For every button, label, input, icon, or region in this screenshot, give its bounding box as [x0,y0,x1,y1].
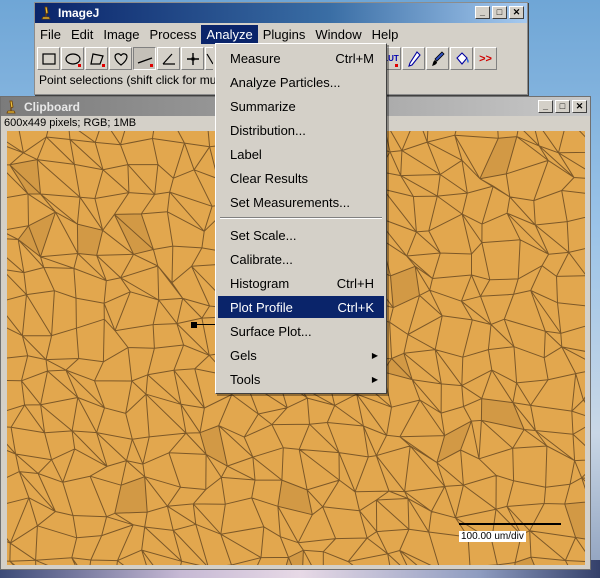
menu-item-label: Surface Plot... [230,323,312,339]
menu-edit[interactable]: Edit [66,25,98,44]
tool-point[interactable] [181,47,204,70]
close-button[interactable]: ✕ [509,6,524,19]
pencil-icon [407,50,421,67]
microscope-icon [39,6,53,20]
submenu-indicator-icon [150,64,153,67]
paintbrush-icon [431,50,445,66]
tool-angle[interactable] [157,47,180,70]
main-window-title: ImageJ [58,6,100,20]
menu-item-histogram[interactable]: Histogram Ctrl+H [218,272,384,294]
menu-item-set-measurements[interactable]: Set Measurements... [218,191,384,213]
menu-item-set-scale[interactable]: Set Scale... [218,224,384,246]
tool-brush[interactable] [426,47,449,70]
more-tools-label: >> [479,52,492,65]
minimize-button[interactable]: _ [538,100,553,113]
tool-wand[interactable] [205,47,213,70]
submenu-indicator-icon [102,64,105,67]
menu-file[interactable]: File [35,25,66,44]
menu-item-label[interactable]: Label [218,143,384,165]
submenu-indicator-icon [78,64,81,67]
oval-icon [64,52,81,65]
menu-item-clear-results[interactable]: Clear Results [218,167,384,189]
menu-plugins[interactable]: Plugins [258,25,311,44]
menu-item-label: Distribution... [230,122,306,138]
tool-line[interactable] [133,47,156,70]
menu-item-plot-profile[interactable]: Plot Profile Ctrl+K [218,296,384,318]
scale-bar-label: 100.00 um/div [459,531,526,542]
menu-item-shortcut: Ctrl+H [336,275,374,291]
submenu-arrow-icon: ▶ [371,350,378,360]
submenu-indicator-icon [395,64,398,67]
tool-pencil[interactable] [402,47,425,70]
menu-item-summarize[interactable]: Summarize [218,95,384,117]
freehand-heart-icon [114,52,127,66]
maximize-button[interactable]: □ [492,6,507,19]
menu-item-calibrate[interactable]: Calibrate... [218,248,384,270]
menu-item-label: Analyze Particles... [230,74,341,90]
menu-item-shortcut: Ctrl+K [337,299,374,315]
menu-item-shortcut: Ctrl+M [335,50,374,66]
menu-analyze[interactable]: Analyze [201,25,258,44]
main-titlebar[interactable]: ImageJ _ □ ✕ [35,3,527,23]
paint-bucket-icon [455,51,469,65]
tool-flood-fill[interactable] [450,47,473,70]
menu-item-label: Measure [230,50,281,66]
menu-item-gels[interactable]: Gels ▶ [218,344,384,366]
menu-item-distribution[interactable]: Distribution... [218,119,384,141]
tool-polygon[interactable] [85,47,108,70]
menu-item-label-text: Label [230,146,262,162]
menu-item-tools[interactable]: Tools ▶ [218,368,384,390]
clipboard-window-title: Clipboard [24,99,80,114]
menu-item-label: Set Scale... [230,227,297,243]
minimize-button[interactable]: _ [475,6,490,19]
menubar: File Edit Image Process Analyze Plugins … [35,24,527,45]
maximize-button[interactable]: □ [555,100,570,113]
angle-icon [162,53,175,65]
more-tools-button[interactable]: >> [474,47,497,70]
tool-freehand[interactable] [109,47,132,70]
tool-oval[interactable] [61,47,84,70]
menu-item-label: Tools [230,371,261,387]
menu-item-label: Summarize [230,98,296,114]
menu-item-label: Plot Profile [230,299,293,315]
menu-window[interactable]: Window [310,25,366,44]
status-text: Point selections (shift click for mu [39,73,217,87]
menu-item-label: Clear Results [230,170,309,186]
line-selection-handle[interactable] [191,322,197,328]
menu-image[interactable]: Image [98,25,144,44]
scale-bar [459,523,561,525]
analyze-dropdown-menu: Measure Ctrl+M Analyze Particles... Summ… [215,43,387,394]
menu-item-label: Set Measurements... [230,194,350,210]
menu-item-label: Calibrate... [230,251,293,267]
menu-item-surface-plot[interactable]: Surface Plot... [218,320,384,342]
submenu-arrow-icon: ▶ [371,374,378,384]
close-button[interactable]: ✕ [572,100,587,113]
rectangle-icon [41,52,56,65]
menu-process[interactable]: Process [145,25,202,44]
menu-help[interactable]: Help [367,25,404,44]
tool-rectangle[interactable] [37,47,60,70]
menu-item-measure[interactable]: Measure Ctrl+M [218,47,384,69]
menu-item-label: Gels [230,347,257,363]
crosshair-point-icon [186,52,199,65]
image-info-text: 600x449 pixels; RGB; 1MB [4,117,137,129]
menu-item-label: Histogram [230,275,290,291]
wand-icon [206,53,213,64]
menu-separator [220,217,382,219]
microscope-icon [5,100,19,114]
menu-item-analyze-particles[interactable]: Analyze Particles... [218,71,384,93]
